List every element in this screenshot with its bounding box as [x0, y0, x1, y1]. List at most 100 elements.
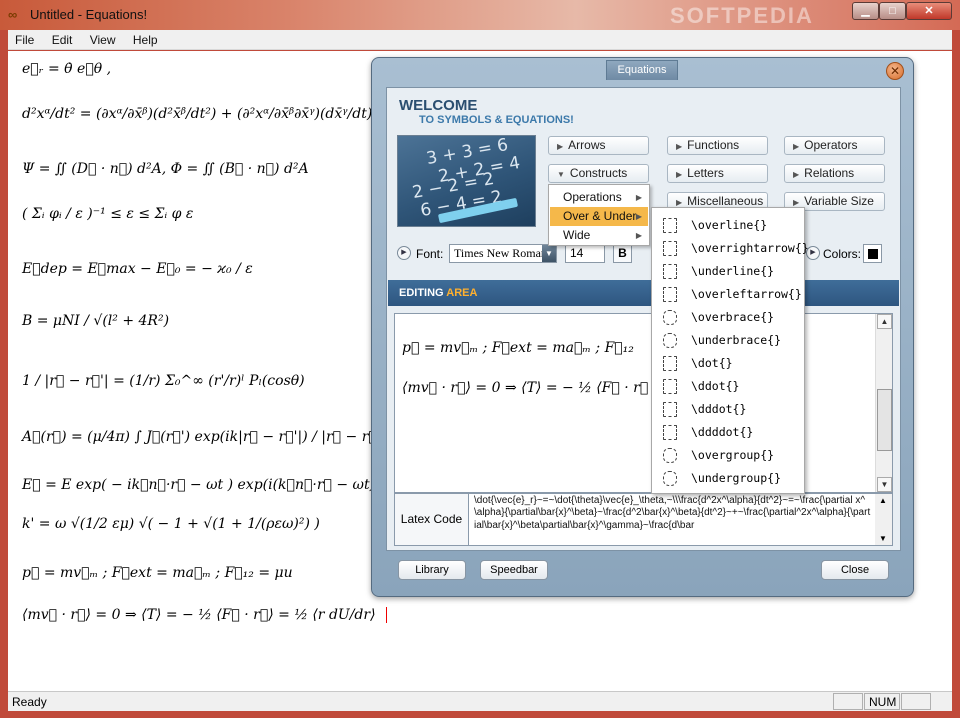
welcome-title: WELCOME	[399, 97, 478, 114]
equation-line[interactable]: d²xᵅ/dt² = (∂xᵅ/∂x̄ᵝ)(d²x̄ᵝ/dt²) + (∂²xᵅ…	[22, 106, 424, 122]
font-play-icon[interactable]: ▶	[397, 246, 411, 260]
constructs-button[interactable]: ▼ Constructs	[548, 164, 649, 183]
overbrace-icon	[663, 310, 677, 325]
overline-icon	[663, 218, 677, 233]
equation-line[interactable]: e⃗ᵣ = θ̇ e⃗θ ,	[22, 61, 111, 77]
app-infinity-icon: ∞	[8, 7, 18, 22]
font-select[interactable]: Times New Roman ▼	[449, 244, 557, 263]
status-panel-empty	[901, 693, 931, 710]
welcome-subtitle: TO SYMBOLS & EQUATIONS!	[419, 114, 574, 126]
menu-item-underline[interactable]: \underline{}	[652, 260, 804, 283]
triangle-down-icon: ▼	[557, 170, 565, 179]
equation-line[interactable]: p⃗ = mv⃗ₘ ; F⃗ext = ma⃗ₘ ; F⃗₁₂ = μu	[22, 565, 293, 581]
editing-line[interactable]: ⟨mv⃗ · r⃗⟩ = 0 ⇒ ⟨T⟩ = − ½ ⟨F⃗ · r⃗	[402, 380, 648, 396]
close-window-button[interactable]: ✕	[906, 2, 952, 20]
bold-button[interactable]: B	[613, 244, 632, 263]
latex-label: Latex Code	[395, 494, 469, 545]
menu-item-undergroup[interactable]: \undergroup{}	[652, 467, 804, 490]
equation-line[interactable]: B = μNI / √(l² + 4R²)	[22, 313, 169, 329]
editing-scrollbar[interactable]: ▲ ▼	[875, 314, 892, 492]
status-num: NUM	[864, 693, 900, 710]
equation-line[interactable]: ⟨mv⃗ · r⃗⟩ = 0 ⇒ ⟨T⟩ = − ½ ⟨F⃗ · r⃗⟩ = ½…	[22, 607, 376, 623]
menu-item-overrightarrow[interactable]: \overrightarrow{}	[652, 237, 809, 260]
chevron-down-icon[interactable]: ▼	[542, 245, 556, 262]
title-bar[interactable]: ∞ Untitled - Equations! SOFTPEDIA ▁ □ ✕	[0, 0, 960, 30]
over-under-menu: \overline{} \overrightarrow{} \underline…	[651, 207, 809, 494]
watermark: SOFTPEDIA	[670, 3, 814, 28]
scroll-down-icon[interactable]: ▼	[877, 477, 892, 492]
equations-dialog: Equations ✕ WELCOME TO SYMBOLS & EQUATIO…	[371, 57, 914, 597]
status-bar: Ready NUM	[8, 691, 952, 711]
font-toolbar: ▶ Font: Times New Roman ▼ 14 B ▶ Colors:	[397, 243, 892, 265]
window-title: Untitled - Equations!	[30, 7, 148, 22]
menu-item-overleftarrow[interactable]: \overleftarrow{}	[652, 283, 804, 306]
chevron-right-icon: ▶	[635, 212, 642, 221]
undergroup-icon	[663, 471, 677, 486]
editing-area[interactable]: p⃗ = mv⃗ₘ ; F⃗ext = ma⃗ₘ ; F⃗₁₂ ⟨mv⃗ · r…	[394, 313, 893, 493]
color-swatch[interactable]	[863, 244, 882, 263]
latex-code-field[interactable]: \dot{\vec{e}_r}~=~\dot{\theta}\vec{e}_\t…	[474, 495, 872, 545]
equation-line[interactable]: E⃗dep = E⃗max − E⃗₀ = − ϰ₀ / ε	[22, 261, 253, 277]
equation-line[interactable]: k' = ω √(1/2 εμ) √( − 1 + √(1 + 1/(ρεω)²…	[22, 516, 320, 532]
font-size-select[interactable]: 14	[565, 244, 605, 263]
font-label: Font:	[416, 247, 444, 261]
minimize-button[interactable]: ▁	[852, 2, 879, 20]
overrightarrow-icon	[663, 241, 677, 256]
scroll-down-icon[interactable]: ▼	[879, 534, 887, 543]
ddddot-icon	[663, 425, 677, 440]
overgroup-icon	[663, 448, 677, 463]
status-text: Ready	[12, 695, 47, 709]
editing-area-header: EDITING AREA	[388, 280, 899, 306]
menu-item-dddot[interactable]: \dddot{}	[652, 398, 804, 421]
operators-button[interactable]: ▶ Operators	[784, 136, 885, 155]
editing-line[interactable]: p⃗ = mv⃗ₘ ; F⃗ext = ma⃗ₘ ; F⃗₁₂	[402, 340, 634, 356]
menu-item-overgroup[interactable]: \overgroup{}	[652, 444, 804, 467]
triangle-right-icon: ▶	[676, 170, 683, 179]
latex-scrollbar[interactable]: ▲ ▼	[875, 494, 892, 545]
arrows-button[interactable]: ▶ Arrows	[548, 136, 649, 155]
menu-help[interactable]: Help	[126, 30, 165, 47]
speedbar-button[interactable]: Speedbar	[480, 560, 548, 580]
scroll-up-icon[interactable]: ▲	[877, 314, 892, 329]
dialog-close-icon[interactable]: ✕	[886, 62, 904, 80]
equation-line[interactable]: E⃗ = E exp( − ik⃗n⃗·r⃗ − ωt ) exp(i(k⃗n⃗…	[22, 477, 381, 493]
chalkboard-image: 3 + 3 = 6 2 + 2 = 4 2 − 2 = 2 6 − 4 = 2	[397, 135, 536, 227]
triangle-right-icon: ▶	[676, 142, 683, 151]
overleftarrow-icon	[663, 287, 677, 302]
library-button[interactable]: Library	[398, 560, 466, 580]
menu-item-overbrace[interactable]: \overbrace{}	[652, 306, 804, 329]
colors-label: Colors:	[823, 247, 862, 261]
maximize-button[interactable]: □	[879, 2, 906, 20]
menu-item-wide[interactable]: Wide ▶	[550, 226, 648, 245]
ddot-icon	[663, 379, 677, 394]
menu-item-operations[interactable]: Operations ▶	[550, 188, 648, 207]
scroll-up-icon[interactable]: ▲	[879, 496, 887, 505]
menu-item-over-under[interactable]: Over & Under ▶	[550, 207, 648, 226]
menu-view[interactable]: View	[83, 30, 123, 47]
scroll-thumb[interactable]	[877, 389, 892, 451]
menu-item-ddot[interactable]: \ddot{}	[652, 375, 804, 398]
menu-edit[interactable]: Edit	[45, 30, 80, 47]
menu-item-dot[interactable]: \dot{}	[652, 352, 804, 375]
relations-button[interactable]: ▶ Relations	[784, 164, 885, 183]
equation-line[interactable]: 1 / |r⃗ − r⃗'| = (1/r) Σ₀^∞ (r'/r)ˡ Pₗ(c…	[22, 373, 305, 389]
equation-line[interactable]: Ψ = ∬ (D⃗ · n⃗) d²A, Φ = ∬ (B⃗ · n⃗) d²A	[22, 161, 309, 177]
dialog-panel: WELCOME TO SYMBOLS & EQUATIONS! 3 + 3 = …	[386, 87, 901, 551]
tab-equations[interactable]: Equations	[606, 60, 678, 80]
menu-item-ddddot[interactable]: \ddddot{}	[652, 421, 804, 444]
equation-line[interactable]: ( Σᵢ φᵢ / ε )⁻¹ ≤ ε ≤ Σᵢ φ ε	[22, 206, 193, 222]
menu-bar: File Edit View Help	[8, 30, 952, 50]
menu-file[interactable]: File	[8, 30, 41, 47]
menu-item-underbrace[interactable]: \underbrace{}	[652, 329, 804, 352]
functions-button[interactable]: ▶ Functions	[667, 136, 768, 155]
letters-button[interactable]: ▶ Letters	[667, 164, 768, 183]
latex-code-row: Latex Code \dot{\vec{e}_r}~=~\dot{\theta…	[394, 493, 893, 546]
equation-line[interactable]: A⃗(r⃗) = (μ/4π) ∫ J⃗(r⃗') exp(ik|r⃗ − r⃗…	[22, 429, 423, 445]
triangle-right-icon: ▶	[793, 170, 800, 179]
menu-item-overline[interactable]: \overline{}	[652, 214, 804, 237]
dot-icon	[663, 356, 677, 371]
chevron-right-icon: ▶	[635, 231, 642, 240]
close-button[interactable]: Close	[821, 560, 889, 580]
chevron-right-icon: ▶	[635, 193, 642, 202]
text-caret	[386, 607, 387, 623]
